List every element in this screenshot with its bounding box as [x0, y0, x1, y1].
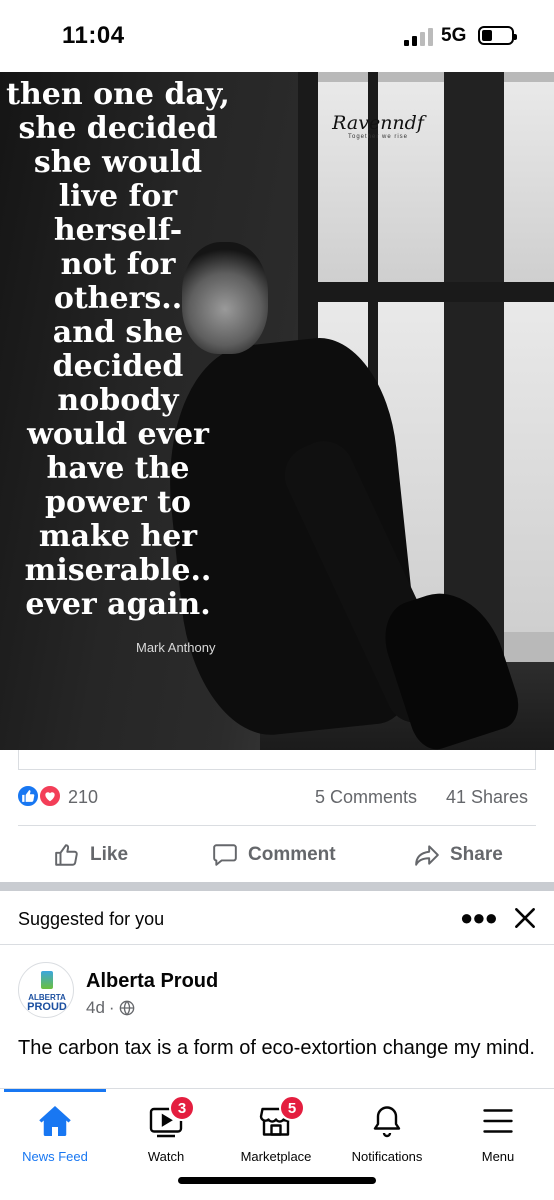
suggested-header: Suggested for you ●●●	[0, 891, 554, 945]
post-image[interactable]: Ravenndf Together we rise then one day, s…	[0, 72, 554, 750]
quote-line: not for	[60, 247, 176, 282]
share-label: Share	[450, 844, 503, 865]
tab-menu[interactable]: Menu	[443, 1103, 553, 1173]
thumbs-up-icon	[55, 844, 78, 866]
hamburger-icon	[483, 1109, 513, 1133]
tab-label: Watch	[147, 1149, 185, 1164]
close-icon[interactable]	[512, 905, 538, 931]
share-button[interactable]: Share	[414, 838, 503, 872]
quote-line: power to	[44, 485, 191, 520]
page-avatar[interactable]: ALBERTA PROUD	[18, 962, 74, 1018]
brand-watermark: Ravenndf Together we rise	[332, 112, 424, 140]
home-indicator[interactable]	[178, 1177, 376, 1184]
comment-label: Comment	[248, 844, 336, 865]
page-name[interactable]: Alberta Proud	[86, 970, 218, 993]
tab-label: Marketplace	[240, 1149, 312, 1164]
meta-separator: ·	[108, 998, 115, 1017]
suggested-title: Suggested for you	[18, 909, 165, 929]
quote-line: nobody	[57, 383, 179, 418]
quote-text: then one day, she decided she would live fo…	[0, 78, 236, 622]
share-icon	[415, 845, 439, 866]
quote-line: she would	[33, 145, 203, 180]
quote-line: then one day,	[6, 77, 230, 112]
like-label: Like	[90, 844, 129, 865]
status-time: 11:04	[62, 22, 125, 49]
quote-line: she decided	[18, 111, 218, 146]
quote-line: miserable..	[24, 553, 212, 588]
bell-icon	[373, 1106, 401, 1138]
quote-line: others..	[53, 281, 183, 316]
love-reaction-icon	[38, 784, 62, 808]
quote-author: Mark Anthony	[136, 640, 216, 655]
tab-label: Notifications	[351, 1149, 423, 1164]
active-tab-indicator	[4, 1089, 106, 1092]
signal-icon	[404, 28, 434, 46]
post-meta: 4d ·	[86, 998, 135, 1018]
quote-line: make her	[38, 519, 198, 554]
comment-button[interactable]: Comment	[212, 838, 336, 872]
watch-badge: 3	[169, 1095, 195, 1121]
image-frame	[18, 750, 536, 770]
quote-line: have the	[46, 451, 190, 486]
post-text: The carbon tax is a form of eco-extortio…	[18, 1037, 535, 1059]
tab-marketplace[interactable]: 5 Marketplace	[221, 1095, 331, 1173]
marketplace-badge: 5	[279, 1095, 305, 1121]
home-icon	[39, 1106, 71, 1136]
divider	[18, 825, 536, 826]
quote-line: decided	[52, 349, 184, 384]
quote-line: and she	[52, 315, 184, 350]
quote-line: herself-	[53, 213, 183, 248]
tab-watch[interactable]: 3 Watch	[111, 1095, 221, 1173]
feed-separator	[0, 882, 554, 891]
status-bar: 11:04 5G	[0, 0, 554, 72]
post-time[interactable]: 4d	[86, 998, 105, 1018]
battery-icon	[478, 26, 517, 45]
quote-line: would ever	[27, 417, 209, 452]
tab-label: Menu	[481, 1149, 515, 1164]
tab-notifications[interactable]: Notifications	[332, 1103, 442, 1173]
tab-news-feed[interactable]: News Feed	[0, 1103, 110, 1173]
tab-label: News Feed	[22, 1149, 88, 1164]
comments-count[interactable]: 5 Comments	[315, 787, 417, 808]
globe-icon	[119, 1000, 134, 1016]
reactions-row[interactable]: 210 5 Comments 41 Shares	[0, 784, 554, 812]
suggested-page-row: ALBERTA PROUD Alberta Proud 4d ·	[0, 960, 554, 1030]
like-reaction-icon	[16, 784, 40, 808]
comment-icon	[213, 844, 237, 866]
shares-count[interactable]: 41 Shares	[446, 787, 528, 808]
like-button[interactable]: Like	[54, 838, 128, 872]
quote-line: ever again.	[25, 587, 211, 622]
network-type: 5G	[441, 25, 467, 46]
reaction-count[interactable]: 210	[68, 787, 98, 808]
quote-line: live for	[58, 179, 178, 214]
more-options-icon[interactable]: ●●●	[460, 905, 498, 931]
post-actions: Like Comment Share	[0, 838, 554, 872]
